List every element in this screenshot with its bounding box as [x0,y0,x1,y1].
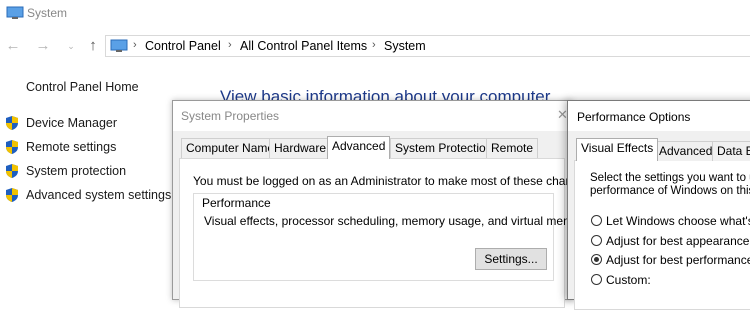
intro-text-line-2: performance of Windows on this c [590,185,750,197]
up-arrow-icon[interactable]: ↑ [84,38,102,54]
intro-text-line-1: Select the settings you want to us [590,172,750,184]
tab-visual-effects[interactable]: Visual Effects [576,138,659,161]
tab-data-execution[interactable]: Data E [712,141,750,161]
performance-description: Visual effects, processor scheduling, me… [204,214,590,228]
performance-settings-button[interactable]: Settings... [475,248,547,270]
admin-note: You must be logged on as an Administrato… [193,174,595,188]
chevron-down-icon[interactable]: ⌄ [62,38,80,54]
performance-options-dialog: Performance Options Visual Effects Advan… [567,100,750,310]
chevron-right-icon[interactable]: › [228,39,232,51]
radio-label: Let Windows choose what's be [606,214,750,228]
breadcrumb-all-items[interactable]: All Control Panel Items [240,39,367,53]
breadcrumb-system[interactable]: System [384,39,426,53]
uac-shield-icon [6,140,18,154]
chevron-right-icon[interactable]: › [372,39,376,51]
tab-advanced[interactable]: Advanced [327,136,391,159]
dialog-title: System Properties [181,109,280,123]
tab-computer-name[interactable]: Computer Name [181,138,280,158]
tab-hardware[interactable]: Hardware [269,138,332,158]
control-panel-home-link[interactable]: Control Panel Home [26,80,139,94]
tab-remote[interactable]: Remote [486,138,539,158]
dialog-title-bar: System Properties ✕ [173,101,571,131]
window-title: System [27,6,68,20]
tab-system-protection[interactable]: System Protection [390,138,498,158]
system-protection-link[interactable]: System protection [26,164,126,178]
window-title-bar: System [0,0,750,30]
radio-label: Adjust for best appearance [606,234,750,248]
breadcrumb-control-panel[interactable]: Control Panel [145,39,221,53]
system-properties-dialog: System Properties ✕ Computer Name Hardwa… [172,100,595,308]
performance-group-label: Performance [200,196,273,210]
radio-button[interactable] [591,235,602,246]
remote-settings-link[interactable]: Remote settings [26,140,116,154]
radio-button[interactable] [591,215,602,226]
device-manager-link[interactable]: Device Manager [26,116,117,130]
control-panel-icon [110,39,128,52]
radio-label: Adjust for best performance [606,253,750,267]
tab-advanced[interactable]: Advanced [654,141,718,161]
system-monitor-icon [6,6,24,19]
back-arrow-icon[interactable]: ← [4,38,22,54]
uac-shield-icon [6,188,18,202]
forward-arrow-icon[interactable]: → [34,38,52,54]
uac-shield-icon [6,116,18,130]
address-bar[interactable]: › Control Panel › All Control Panel Item… [105,35,750,57]
dialog-title-bar: Performance Options [568,101,750,131]
dialog-title: Performance Options [577,110,691,124]
radio-button-checked[interactable] [591,254,602,265]
radio-button[interactable] [591,274,602,285]
chevron-right-icon[interactable]: › [133,39,137,51]
advanced-system-settings-link[interactable]: Advanced system settings [26,188,171,202]
uac-shield-icon [6,164,18,178]
